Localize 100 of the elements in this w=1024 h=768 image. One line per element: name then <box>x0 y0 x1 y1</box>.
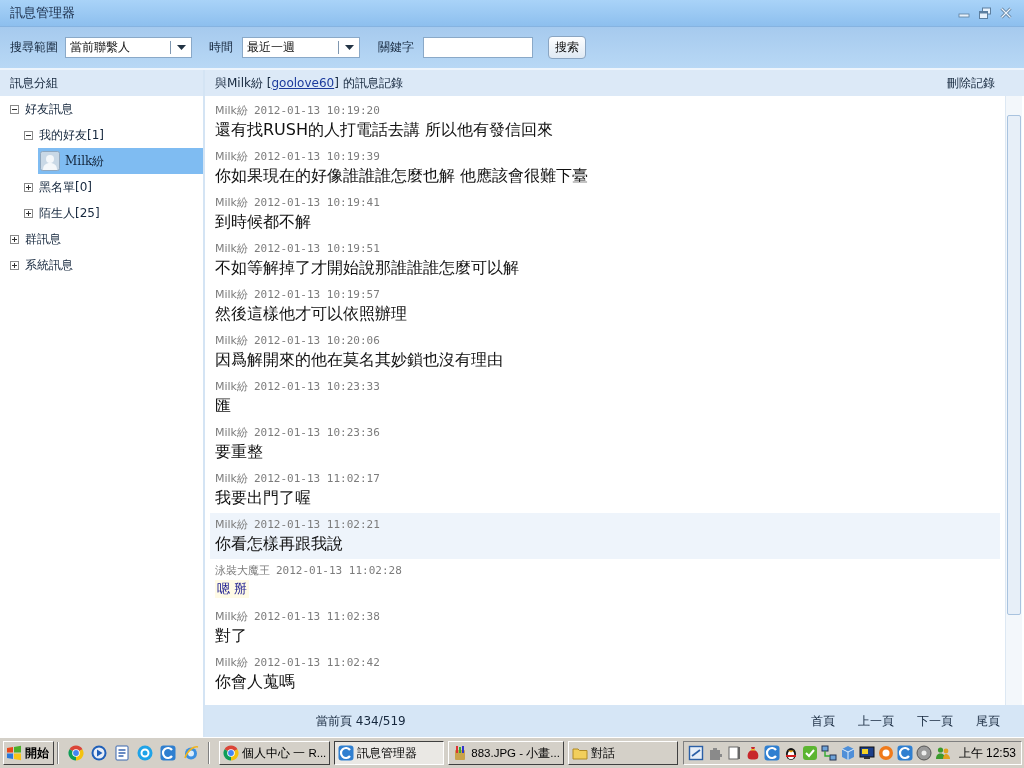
message-text: 要重整 <box>215 441 263 463</box>
caret-down-icon <box>177 45 186 50</box>
scrollbar-thumb[interactable] <box>1007 115 1021 615</box>
message-text: 對了 <box>215 625 247 647</box>
tree-item[interactable]: 黑名單[0] <box>24 174 96 200</box>
username-link[interactable]: goolove60 <box>271 75 335 90</box>
sender-name: Milk紛 <box>215 609 248 624</box>
restore-icon[interactable] <box>979 7 991 19</box>
scrollbar-track[interactable] <box>1005 96 1022 705</box>
tree-item[interactable]: 好友訊息 <box>10 96 77 122</box>
message-text: 還有找RUSH的人打電話去講 所以他有發信回來 <box>215 119 554 141</box>
search-button[interactable]: 搜索 <box>548 36 586 59</box>
message-time: 2012-01-13 10:19:57 <box>254 287 380 302</box>
network-icon[interactable] <box>820 745 837 761</box>
sender-name: Milk紛 <box>215 333 248 348</box>
sidebar-title: 訊息分組 <box>10 74 58 92</box>
page-link[interactable]: 尾頁 <box>976 712 1000 730</box>
message-text: 到時候都不解 <box>215 211 311 233</box>
scope-label: 搜尋範圍 <box>10 39 58 56</box>
plus-box-icon[interactable] <box>10 260 19 270</box>
disc-icon[interactable] <box>915 745 932 761</box>
time-dropdown[interactable]: 最近一週 <box>242 37 360 58</box>
page-link[interactable]: 上一頁 <box>858 712 894 730</box>
page-link[interactable]: 首頁 <box>811 712 835 730</box>
sender-name: Milk紛 <box>215 287 248 302</box>
plus-box-icon[interactable] <box>24 182 33 192</box>
message-time: 2012-01-13 10:19:39 <box>254 149 380 164</box>
delete-history-button[interactable]: 刪除記錄 <box>947 74 995 92</box>
sender-name: Milk紛 <box>215 195 248 210</box>
message-time: 2012-01-13 11:02:28 <box>276 563 402 578</box>
tree-item[interactable]: 陌生人[25] <box>24 200 104 226</box>
message-text: 我要出門了喔 <box>215 487 311 509</box>
close-icon[interactable] <box>1000 7 1012 19</box>
message-time: 2012-01-13 10:20:06 <box>254 333 380 348</box>
arc-tile-icon <box>338 745 355 761</box>
minus-box-icon[interactable] <box>10 104 19 114</box>
message-text: 不如等解掉了才開始說那誰誰誰怎麼可以解 <box>215 257 519 279</box>
message-text: 你會人蒐嗎 <box>215 671 295 693</box>
history-title: 與Milk紛 [goolove60] 的訊息記錄 <box>215 74 403 92</box>
tricolor-wheel-icon <box>223 745 239 761</box>
tree-item[interactable]: Milk紛 <box>38 148 203 174</box>
message-time: 2012-01-13 11:02:17 <box>254 471 380 486</box>
monitor-icon[interactable] <box>858 745 875 761</box>
sender-name: Milk紛 <box>215 425 248 440</box>
message-time: 2012-01-13 11:02:42 <box>254 655 380 670</box>
keyword-label: 關鍵字 <box>378 39 414 56</box>
message-time: 2012-01-13 11:02:21 <box>254 517 380 532</box>
message-time: 2012-01-13 11:02:38 <box>254 609 380 624</box>
message-text: 嗯 掰 <box>215 580 250 598</box>
message-time: 2012-01-13 10:19:20 <box>254 103 380 118</box>
message-text: 你看怎樣再跟我說 <box>215 533 343 555</box>
window-flag-icon <box>6 745 22 761</box>
clock: 上午 12:53 <box>958 744 1016 762</box>
panel-icon[interactable] <box>725 745 742 761</box>
message-text: 你如果現在的好像誰誰誰怎麼也解 他應該會很難下臺 <box>215 165 589 187</box>
time-label: 時間 <box>209 39 233 56</box>
tricolor-wheel-icon[interactable] <box>68 745 84 761</box>
arc-tile-icon[interactable] <box>896 745 913 761</box>
square-frame-icon[interactable] <box>687 745 704 761</box>
folder-icon <box>571 745 588 761</box>
people-icon[interactable] <box>934 745 951 761</box>
message-time: 2012-01-13 10:23:33 <box>254 379 380 394</box>
plus-box-icon[interactable] <box>10 234 19 244</box>
sender-name: Milk紛 <box>215 517 248 532</box>
arc-tile-icon[interactable] <box>763 745 780 761</box>
minus-box-icon[interactable] <box>24 130 33 140</box>
message-text: 匯 <box>215 395 231 417</box>
avatar-icon <box>40 151 60 171</box>
sender-name: 泳裝大魔王 <box>215 563 270 578</box>
keyword-input[interactable] <box>423 37 533 58</box>
page-indicator: 當前頁 434/519 <box>316 712 407 730</box>
taskbar-button[interactable]: 883.JPG - 小畫... <box>448 741 564 765</box>
sender-name: Milk紛 <box>215 471 248 486</box>
message-time: 2012-01-13 10:19:51 <box>254 241 380 256</box>
tree-item[interactable]: 群訊息 <box>10 226 65 252</box>
message-text: 因爲解開來的他在莫名其妙鎖也沒有理由 <box>215 349 503 371</box>
orbit-globe-icon[interactable] <box>183 745 199 761</box>
sender-name: Milk紛 <box>215 149 248 164</box>
tree-item[interactable]: 系統訊息 <box>10 252 77 278</box>
message-time: 2012-01-13 10:23:36 <box>254 425 380 440</box>
document-icon[interactable] <box>114 745 130 761</box>
sender-name: Milk紛 <box>215 379 248 394</box>
tree-item[interactable]: 我的好友[1] <box>24 122 108 148</box>
sender-name: Milk紛 <box>215 655 248 670</box>
window-title: 訊息管理器 <box>10 4 76 22</box>
target-icon[interactable] <box>137 745 153 761</box>
start-button[interactable]: 開始 <box>3 741 54 765</box>
message-time: 2012-01-13 10:19:41 <box>254 195 380 210</box>
scope-dropdown[interactable]: 當前聯繫人 <box>65 37 192 58</box>
caret-down-icon <box>345 45 354 50</box>
sender-name: Milk紛 <box>215 103 248 118</box>
check-icon[interactable] <box>801 745 818 761</box>
taskbar-button[interactable]: 訊息管理器 <box>334 741 445 765</box>
taskbar-button[interactable]: 對話 <box>567 741 678 765</box>
page-link[interactable]: 下一頁 <box>917 712 953 730</box>
plus-box-icon[interactable] <box>24 208 33 218</box>
sender-name: Milk紛 <box>215 241 248 256</box>
taskbar-button[interactable]: 個人中心 一 R... <box>219 741 331 765</box>
play-icon[interactable] <box>91 745 107 761</box>
arc-tile-icon[interactable] <box>160 745 176 761</box>
